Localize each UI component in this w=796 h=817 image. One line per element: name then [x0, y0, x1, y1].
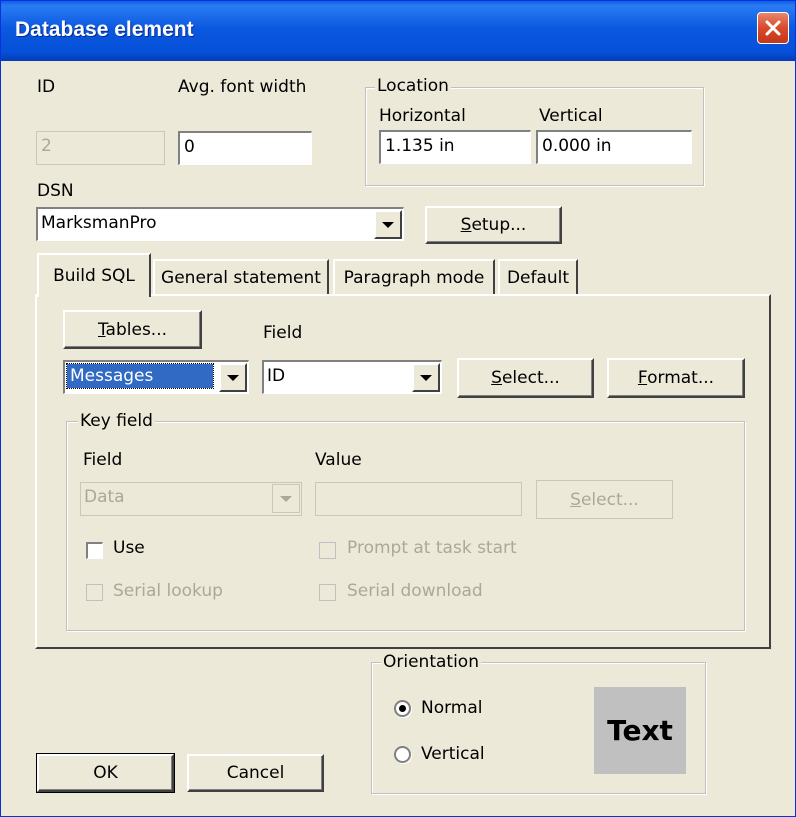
key-select-button-label: Select...	[570, 489, 639, 510]
preview-text: Text	[607, 714, 673, 747]
window-title: Database element	[15, 18, 194, 41]
prompt-checkbox	[319, 542, 336, 559]
tables-button[interactable]: Tables...	[63, 310, 202, 349]
field-combo[interactable]: ID	[262, 360, 442, 394]
chevron-down-icon	[420, 374, 432, 381]
horizontal-field[interactable]: 1.135 in	[379, 130, 531, 164]
dsn-label: DSN	[37, 181, 74, 201]
select-button[interactable]: Select...	[457, 358, 594, 398]
serial-download-label: Serial download	[347, 581, 483, 601]
vertical-radio[interactable]	[394, 746, 411, 763]
serial-download-checkbox	[319, 584, 336, 601]
tab-build-sql[interactable]: Build SQL	[37, 253, 151, 297]
radio-selected-dot	[399, 705, 406, 712]
ok-button[interactable]: OK	[36, 753, 175, 793]
format-button[interactable]: Format...	[607, 358, 745, 398]
close-icon	[765, 20, 781, 36]
field-label: Field	[263, 323, 303, 343]
use-checkbox[interactable]	[86, 542, 103, 559]
normal-radio-label: Normal	[421, 698, 483, 718]
dsn-dropdown-button[interactable]	[374, 210, 402, 239]
id-value: 2	[41, 136, 52, 156]
font-width-field[interactable]: 0	[178, 131, 312, 165]
tab-general-statement[interactable]: General statement	[153, 259, 329, 295]
key-field-group-title: Key field	[78, 411, 155, 431]
format-button-label: Format...	[637, 368, 715, 388]
orientation-group-title: Orientation	[381, 652, 481, 672]
normal-radio[interactable]	[394, 700, 411, 717]
key-field-label: Field	[83, 450, 123, 470]
serial-lookup-checkbox	[86, 584, 103, 601]
key-field-combo: Data	[80, 482, 302, 516]
chevron-down-icon	[382, 221, 394, 228]
vertical-radio-label: Vertical	[421, 744, 485, 764]
select-button-label: Select...	[491, 368, 560, 388]
vertical-field[interactable]: 0.000 in	[536, 130, 692, 164]
id-label: ID	[37, 77, 56, 97]
tables-button-label: Tables...	[97, 319, 168, 340]
field-value: ID	[267, 366, 286, 386]
key-value-field	[315, 482, 522, 516]
table-dropdown-button[interactable]	[219, 363, 247, 392]
serial-lookup-label: Serial lookup	[113, 581, 223, 601]
cancel-button-label: Cancel	[226, 763, 285, 783]
key-value-label: Value	[315, 450, 362, 470]
use-label: Use	[113, 538, 145, 558]
prompt-label: Prompt at task start	[347, 538, 517, 558]
chevron-down-icon	[227, 374, 239, 381]
key-select-button: Select...	[536, 480, 673, 519]
key-field-value: Data	[84, 487, 125, 507]
tab-default-label: Default	[506, 268, 570, 288]
vertical-label: Vertical	[539, 106, 603, 126]
id-field: 2	[36, 131, 165, 165]
orientation-preview: Text	[594, 687, 686, 774]
setup-button[interactable]: Setup...	[425, 206, 562, 244]
close-button[interactable]	[757, 12, 789, 44]
dialog-window: Database element ID 2 Avg. font width 0 …	[0, 0, 796, 817]
chevron-down-icon	[280, 495, 292, 502]
tab-default[interactable]: Default	[498, 259, 578, 295]
horizontal-value: 1.135 in	[385, 136, 455, 156]
vertical-value: 0.000 in	[542, 136, 612, 156]
field-dropdown-button[interactable]	[412, 363, 440, 392]
setup-button-label: Setup...	[460, 215, 527, 235]
ok-button-label: OK	[93, 763, 118, 783]
tab-general-statement-label: General statement	[161, 268, 321, 288]
table-value: Messages	[66, 363, 214, 389]
location-group-title: Location	[375, 76, 451, 96]
tab-build-sql-label: Build SQL	[53, 266, 135, 286]
horizontal-label: Horizontal	[379, 106, 466, 126]
cancel-button[interactable]: Cancel	[187, 754, 324, 792]
tab-paragraph-mode-label: Paragraph mode	[343, 268, 485, 288]
title-bar[interactable]: Database element	[1, 1, 795, 61]
dsn-value: MarksmanPro	[41, 213, 157, 233]
font-width-label: Avg. font width	[178, 77, 307, 97]
tab-paragraph-mode[interactable]: Paragraph mode	[333, 259, 495, 295]
font-width-value: 0	[184, 137, 195, 157]
key-field-dropdown-button	[272, 484, 300, 513]
dsn-combo[interactable]: MarksmanPro	[36, 207, 404, 241]
table-combo[interactable]: Messages	[63, 360, 249, 394]
